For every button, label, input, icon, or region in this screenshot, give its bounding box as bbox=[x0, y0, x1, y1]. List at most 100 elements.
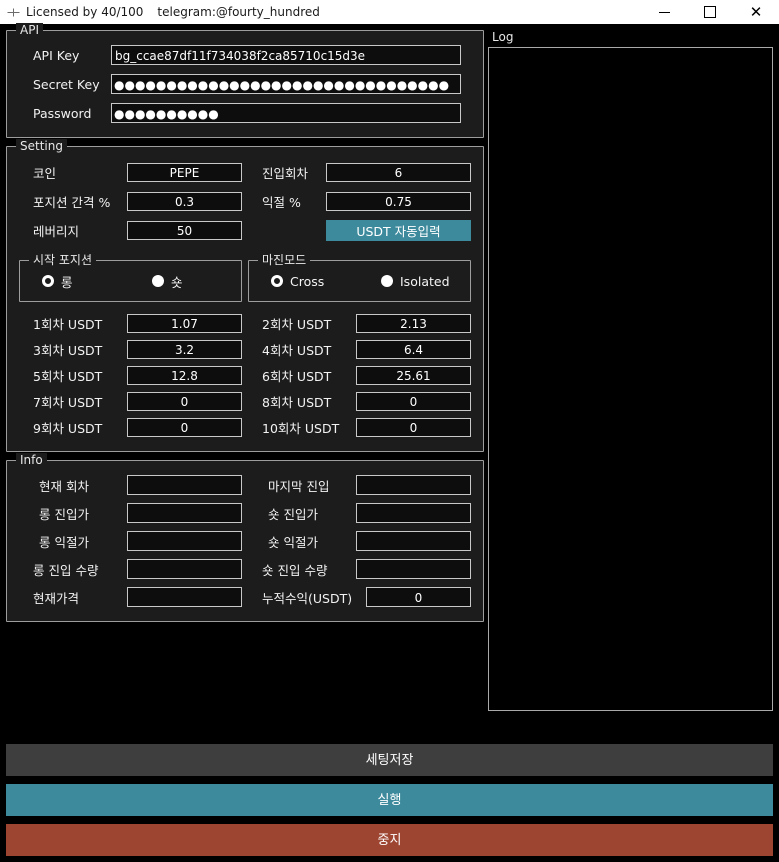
round-3-input[interactable]: 3.2 bbox=[127, 340, 242, 359]
round-8: 8회차 USDT 0 bbox=[248, 392, 471, 411]
info-long-tp-price: 롱 익절가 bbox=[19, 531, 242, 551]
margin-mode-title: 마진모드 bbox=[258, 253, 311, 267]
radio-margin-cross[interactable]: Cross bbox=[271, 274, 381, 289]
position-gap-input[interactable]: 0.3 bbox=[127, 191, 242, 211]
log-title: Log bbox=[492, 30, 514, 44]
take-profit-label: 익절 % bbox=[262, 194, 301, 210]
close-button[interactable]: ✕ bbox=[733, 0, 779, 24]
info-last-entry: 마지막 진입 bbox=[248, 475, 471, 495]
round-4-label: 4회차 USDT bbox=[262, 343, 332, 358]
info-long-tp-price-label: 롱 익절가 bbox=[39, 534, 89, 550]
rounds-row-5: 9회차 USDT 0 10회차 USDT 0 bbox=[19, 418, 471, 437]
close-icon: ✕ bbox=[749, 3, 763, 21]
info-short-tp-price: 숏 익절가 bbox=[248, 531, 471, 551]
take-profit-input[interactable]: 0.75 bbox=[326, 191, 471, 211]
run-button[interactable]: 실행 bbox=[6, 784, 773, 816]
secret-key-input[interactable]: ●●●●●●●●●●●●●●●●●●●●●●●●●●●●●●●● bbox=[111, 74, 461, 94]
info-total-profit: 누적수익(USDT) 0 bbox=[248, 587, 471, 607]
round-10-input[interactable]: 0 bbox=[356, 418, 471, 437]
stop-button[interactable]: 중지 bbox=[6, 824, 773, 856]
position-gap-row: 포지션 간격 % 0.3 bbox=[19, 190, 242, 212]
round-1: 1회차 USDT 1.07 bbox=[19, 314, 242, 333]
info-total-profit-label: 누적수익(USDT) bbox=[262, 590, 353, 606]
info-group: Info 현재 회차 마지막 진입 롱 진입가 숏 진입가 롱 익절가 숏 익절… bbox=[6, 453, 484, 622]
entry-count-input[interactable]: 6 bbox=[326, 162, 471, 182]
info-short-entry-price-label: 숏 진입가 bbox=[268, 506, 318, 522]
margin-mode-group: 마진모드 Cross Isolated bbox=[248, 253, 471, 302]
entry-count-row: 진입회차 6 bbox=[248, 161, 471, 183]
round-4-input[interactable]: 6.4 bbox=[356, 340, 471, 359]
leverage-input[interactable]: 50 bbox=[127, 220, 242, 240]
radio-short-label: 숏 bbox=[171, 274, 183, 290]
log-output[interactable] bbox=[488, 47, 773, 711]
round-2-label: 2회차 USDT bbox=[262, 317, 332, 332]
round-6-label: 6회차 USDT bbox=[262, 369, 332, 384]
info-short-tp-price-value bbox=[356, 531, 471, 551]
info-total-profit-value: 0 bbox=[366, 587, 471, 607]
round-10-label: 10회차 USDT bbox=[262, 421, 340, 436]
entry-count-label: 진입회차 bbox=[262, 165, 309, 181]
password-input[interactable]: ●●●●●●●●●● bbox=[111, 103, 461, 123]
info-row-2: 롱 진입가 숏 진입가 bbox=[19, 503, 471, 523]
action-buttons: 세팅저장 실행 중지 bbox=[6, 736, 773, 856]
info-last-entry-label: 마지막 진입 bbox=[268, 478, 330, 494]
start-position-title: 시작 포지션 bbox=[29, 253, 97, 267]
rounds-row-4: 7회차 USDT 0 8회차 USDT 0 bbox=[19, 392, 471, 411]
radio-start-position-short[interactable]: 숏 bbox=[152, 272, 183, 291]
license-text: Licensed by 40/100 bbox=[26, 5, 144, 19]
start-position-group: 시작 포지션 롱 숏 bbox=[19, 253, 242, 302]
setting-group-inner: 코인 PEPE 포지션 간격 % 0.3 레버리지 50 진입회차 6 익절 %… bbox=[7, 147, 483, 451]
coin-label: 코인 bbox=[33, 165, 57, 181]
info-short-tp-price-label: 숏 익절가 bbox=[268, 534, 318, 550]
info-current-price: 현재가격 bbox=[19, 587, 242, 607]
info-row-4: 롱 진입 수량 숏 진입 수량 bbox=[19, 559, 471, 579]
usdt-auto-row: USDT 자동입력 bbox=[248, 219, 471, 241]
round-6-input[interactable]: 25.61 bbox=[356, 366, 471, 385]
info-row-3: 롱 익절가 숏 익절가 bbox=[19, 531, 471, 551]
info-short-qty-value bbox=[356, 559, 471, 579]
radio-isolated-indicator bbox=[381, 275, 393, 287]
round-7: 7회차 USDT 0 bbox=[19, 392, 242, 411]
coin-input[interactable]: PEPE bbox=[127, 162, 242, 182]
round-8-input[interactable]: 0 bbox=[356, 392, 471, 411]
minimize-button[interactable] bbox=[641, 0, 687, 24]
save-settings-button[interactable]: 세팅저장 bbox=[6, 744, 773, 776]
app-crosshair-icon bbox=[0, 0, 26, 24]
take-profit-row: 익절 % 0.75 bbox=[248, 190, 471, 212]
setting-column-right: 진입회차 6 익절 % 0.75 USDT 자동입력 bbox=[248, 161, 471, 248]
round-1-input[interactable]: 1.07 bbox=[127, 314, 242, 333]
radio-long-indicator bbox=[42, 275, 54, 287]
round-4: 4회차 USDT 6.4 bbox=[248, 340, 471, 359]
round-5-label: 5회차 USDT bbox=[33, 369, 103, 384]
setting-column-left: 코인 PEPE 포지션 간격 % 0.3 레버리지 50 bbox=[19, 161, 242, 248]
radio-isolated-label: Isolated bbox=[400, 273, 450, 289]
minimize-icon bbox=[658, 11, 670, 13]
radio-cross-label: Cross bbox=[290, 273, 325, 289]
start-position-col: 시작 포지션 롱 숏 bbox=[19, 253, 242, 302]
round-5: 5회차 USDT 12.8 bbox=[19, 366, 242, 385]
info-row-5: 현재가격 누적수익(USDT) 0 bbox=[19, 587, 471, 607]
usdt-auto-fill-button[interactable]: USDT 자동입력 bbox=[326, 219, 471, 241]
round-5-input[interactable]: 12.8 bbox=[127, 366, 242, 385]
maximize-button[interactable] bbox=[687, 0, 733, 24]
round-6: 6회차 USDT 25.61 bbox=[248, 366, 471, 385]
api-group-title: API bbox=[16, 23, 43, 37]
info-group-title: Info bbox=[16, 453, 47, 467]
rounds-row-2: 3회차 USDT 3.2 4회차 USDT 6.4 bbox=[19, 340, 471, 359]
radio-margin-isolated[interactable]: Isolated bbox=[381, 274, 450, 289]
round-9-input[interactable]: 0 bbox=[127, 418, 242, 437]
radio-short-indicator bbox=[152, 275, 164, 287]
leverage-row: 레버리지 50 bbox=[19, 219, 242, 241]
radio-start-position-long[interactable]: 롱 bbox=[42, 272, 152, 291]
info-group-inner: 현재 회차 마지막 진입 롱 진입가 숏 진입가 롱 익절가 숏 익절가 롱 진… bbox=[7, 461, 483, 621]
api-key-input[interactable]: bg_ccae87df11f734038f2ca85710c15d3e bbox=[111, 45, 461, 65]
info-current-price-value bbox=[127, 587, 242, 607]
app-body: API API Key bg_ccae87df11f734038f2ca8571… bbox=[0, 23, 779, 862]
log-column: Log bbox=[488, 30, 773, 711]
info-short-qty-label: 숏 진입 수량 bbox=[262, 562, 328, 578]
round-7-input[interactable]: 0 bbox=[127, 392, 242, 411]
round-2-input[interactable]: 2.13 bbox=[356, 314, 471, 333]
api-key-label: API Key bbox=[33, 47, 80, 63]
info-long-qty-label: 롱 진입 수량 bbox=[33, 562, 99, 578]
coin-row: 코인 PEPE bbox=[19, 161, 242, 183]
